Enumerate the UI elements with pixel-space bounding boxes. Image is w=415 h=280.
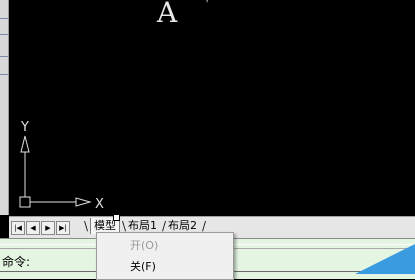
- tab-separator: /: [202, 219, 207, 233]
- toolbar-mark: [0, 74, 8, 75]
- next-tab-button[interactable]: ▶: [41, 221, 55, 235]
- tab-separator: \: [84, 219, 89, 233]
- corner-decoration: [355, 244, 415, 274]
- toolbar-mark: [0, 56, 8, 57]
- prev-tab-button[interactable]: ◀: [26, 221, 40, 235]
- toolbar-mark: [0, 18, 8, 19]
- left-toolbar: [0, 0, 9, 215]
- toolbar-mark: [0, 34, 8, 35]
- first-tab-button[interactable]: |◀: [11, 221, 25, 235]
- command-prompt: 命令:: [2, 255, 31, 269]
- menu-item-on[interactable]: 开(O): [97, 236, 231, 256]
- menu-item-off[interactable]: 关(F): [97, 257, 231, 277]
- canvas-stray-mark: ’: [205, 0, 212, 11]
- last-tab-button[interactable]: ▶|: [56, 221, 70, 235]
- context-menu: 开(O) 关(F): [96, 232, 234, 280]
- cursor-grip: [113, 214, 120, 221]
- canvas-text-a[interactable]: A: [157, 0, 177, 30]
- drawing-canvas[interactable]: A ’: [9, 0, 415, 216]
